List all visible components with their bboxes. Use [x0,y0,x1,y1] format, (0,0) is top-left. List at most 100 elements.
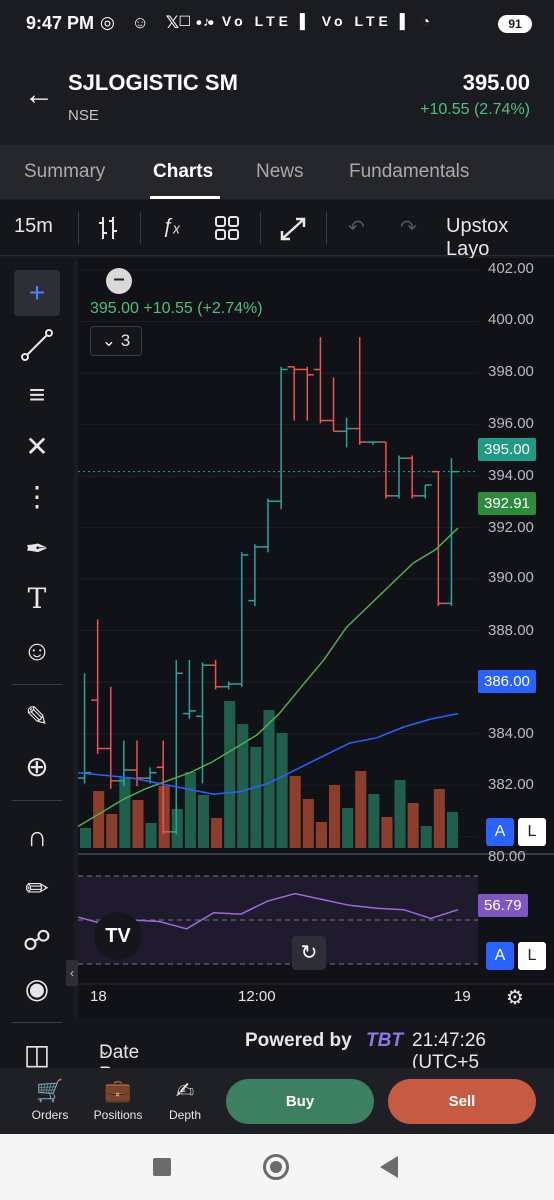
redo-icon[interactable]: ↷ [400,215,417,240]
status-bar: 9:47 PM ◎ ☺ 𝕏 •• ☐ ♪ Vo LTE ▌ Vo LTE ▌ ◔… [0,0,554,50]
rsi-auto-scale-button[interactable]: A [486,942,514,970]
price-axis-label: 400.00 [488,311,534,328]
eye-icon[interactable]: ◉ [14,966,60,1012]
tradingview-logo: TV [94,912,142,960]
price-axis-label: 382.00 [488,776,534,793]
volume-bar [158,786,170,848]
undo-icon[interactable]: ↶ [348,215,365,240]
indicators-icon[interactable]: ƒₓ [162,215,181,238]
log-scale-button[interactable]: L [518,818,546,846]
volume-bar [145,823,157,848]
magnet-icon[interactable]: ∩ [14,814,60,860]
pattern-icon[interactable]: ✕ [14,424,60,470]
volume-bar [407,803,419,848]
volume-bar [420,826,432,848]
brush-icon[interactable]: ✒ [14,526,60,572]
price-axis-label: 396.00 [488,415,534,432]
exchange-label: NSE [68,107,99,124]
volume-bar [263,710,275,848]
collapse-legend-icon[interactable]: – [106,268,132,294]
trendline-icon[interactable] [14,322,60,368]
volume-bar [394,780,406,848]
volume-bar [342,808,354,848]
tool-divider [12,684,62,685]
time-axis-label: 18 [90,988,107,1005]
volume-bar [237,724,249,848]
briefcase-icon: 💼 [104,1078,132,1103]
volume-bar [171,809,183,848]
interval-selector[interactable]: 15m [14,215,53,238]
recents-icon[interactable] [153,1158,171,1176]
sell-button[interactable]: Sell [388,1079,536,1124]
tab-charts[interactable]: Charts [153,161,213,183]
depth-label: Depth [168,1108,202,1122]
buy-button[interactable]: Buy [226,1079,374,1124]
back-arrow-icon[interactable]: ← [24,78,54,112]
reset-chart-icon[interactable]: ↻ [292,936,326,970]
signal-icons: ☐ ♪ Vo LTE ▌ Vo LTE ▌ ◔ [178,13,434,29]
tool-divider [12,1022,62,1023]
volume-bar [80,828,92,848]
volume-bar [433,789,445,848]
price-axis-label: 402.00 [488,260,534,277]
volume-bar [250,747,262,848]
ma-short-tag: 392.91 [478,492,536,515]
volume-bar [184,772,196,848]
lock-icon[interactable]: ☍ [14,918,60,964]
zoom-in-icon[interactable]: ⊕ [14,744,60,790]
toolbar-divider [326,212,327,244]
volume-bar [381,817,393,848]
text-icon[interactable]: T [14,576,60,622]
price-chart[interactable]: – 395.00 +10.55 (+2.74%) ⌄ 3 402.00 400.… [78,258,554,1018]
orders-label: Orders [31,1108,69,1122]
battery-icon: 91 [498,15,532,33]
tool-divider [12,800,62,801]
ruler-icon[interactable]: ✎ [14,694,60,740]
rsi-axis-label: 80.00 [488,848,526,865]
tab-fundamentals[interactable]: Fundamentals [349,161,469,183]
fib-icon[interactable]: ≡ [14,372,60,418]
auto-scale-button[interactable]: A [486,818,514,846]
chart-settings-icon[interactable]: ⚙ [506,985,524,1010]
volume-bar [132,800,144,848]
positions-button[interactable]: 💼 Positions [83,1078,153,1122]
prediction-icon[interactable]: ⋮ [14,474,60,520]
volume-bar [211,818,223,848]
price-axis-label: 390.00 [488,569,534,586]
emoji-icon[interactable]: ☺ [14,628,60,674]
volume-bar [93,791,105,848]
chevron-down-icon: ⌄ [99,1042,111,1058]
back-icon[interactable] [380,1156,398,1178]
time-axis-label: 12:00 [238,988,276,1005]
price-axis-label: 392.00 [488,519,534,536]
tab-summary[interactable]: Summary [24,161,105,183]
positions-label: Positions [93,1108,143,1122]
depth-button[interactable]: ✍ Depth [150,1078,220,1122]
tab-news[interactable]: News [256,161,304,183]
orders-button[interactable]: 🛒 Orders [15,1078,85,1122]
rsi-log-scale-button[interactable]: L [518,942,546,970]
volume-bar [355,771,367,848]
active-tab-indicator [150,196,220,199]
chevron-down-icon: ⌄ [101,331,117,350]
fullscreen-icon[interactable] [278,215,308,249]
crosshair-icon[interactable]: + [14,270,60,316]
price-axis-label: 388.00 [488,622,534,639]
indicators-count-button[interactable]: ⌄ 3 [90,326,142,356]
layout-name[interactable]: Upstox Layo [446,215,554,261]
volume-bar [197,795,210,848]
legend-price-line: 395.00 +10.55 (+2.74%) [90,300,263,317]
chart-canvas[interactable] [78,258,554,988]
bar-style-icon[interactable] [96,215,120,247]
drawing-toolbar: + ≡ ✕ ⋮ ✒ T ☺ ✎ ⊕ ∩ ✏ ☍ ◉ ◫ [0,258,74,1070]
price-axis-label: 394.00 [488,467,534,484]
toolbar-divider [140,212,141,244]
last-price-tag: 395.00 [478,438,536,461]
templates-icon[interactable] [214,215,240,247]
lock-drawing-icon[interactable]: ✏ [14,866,60,912]
home-icon[interactable] [263,1154,289,1180]
volume-bar [276,733,288,848]
toolbar-collapse-icon[interactable]: ‹ [66,960,78,986]
indicator-count: 3 [120,331,131,350]
system-nav-bar [0,1134,554,1200]
